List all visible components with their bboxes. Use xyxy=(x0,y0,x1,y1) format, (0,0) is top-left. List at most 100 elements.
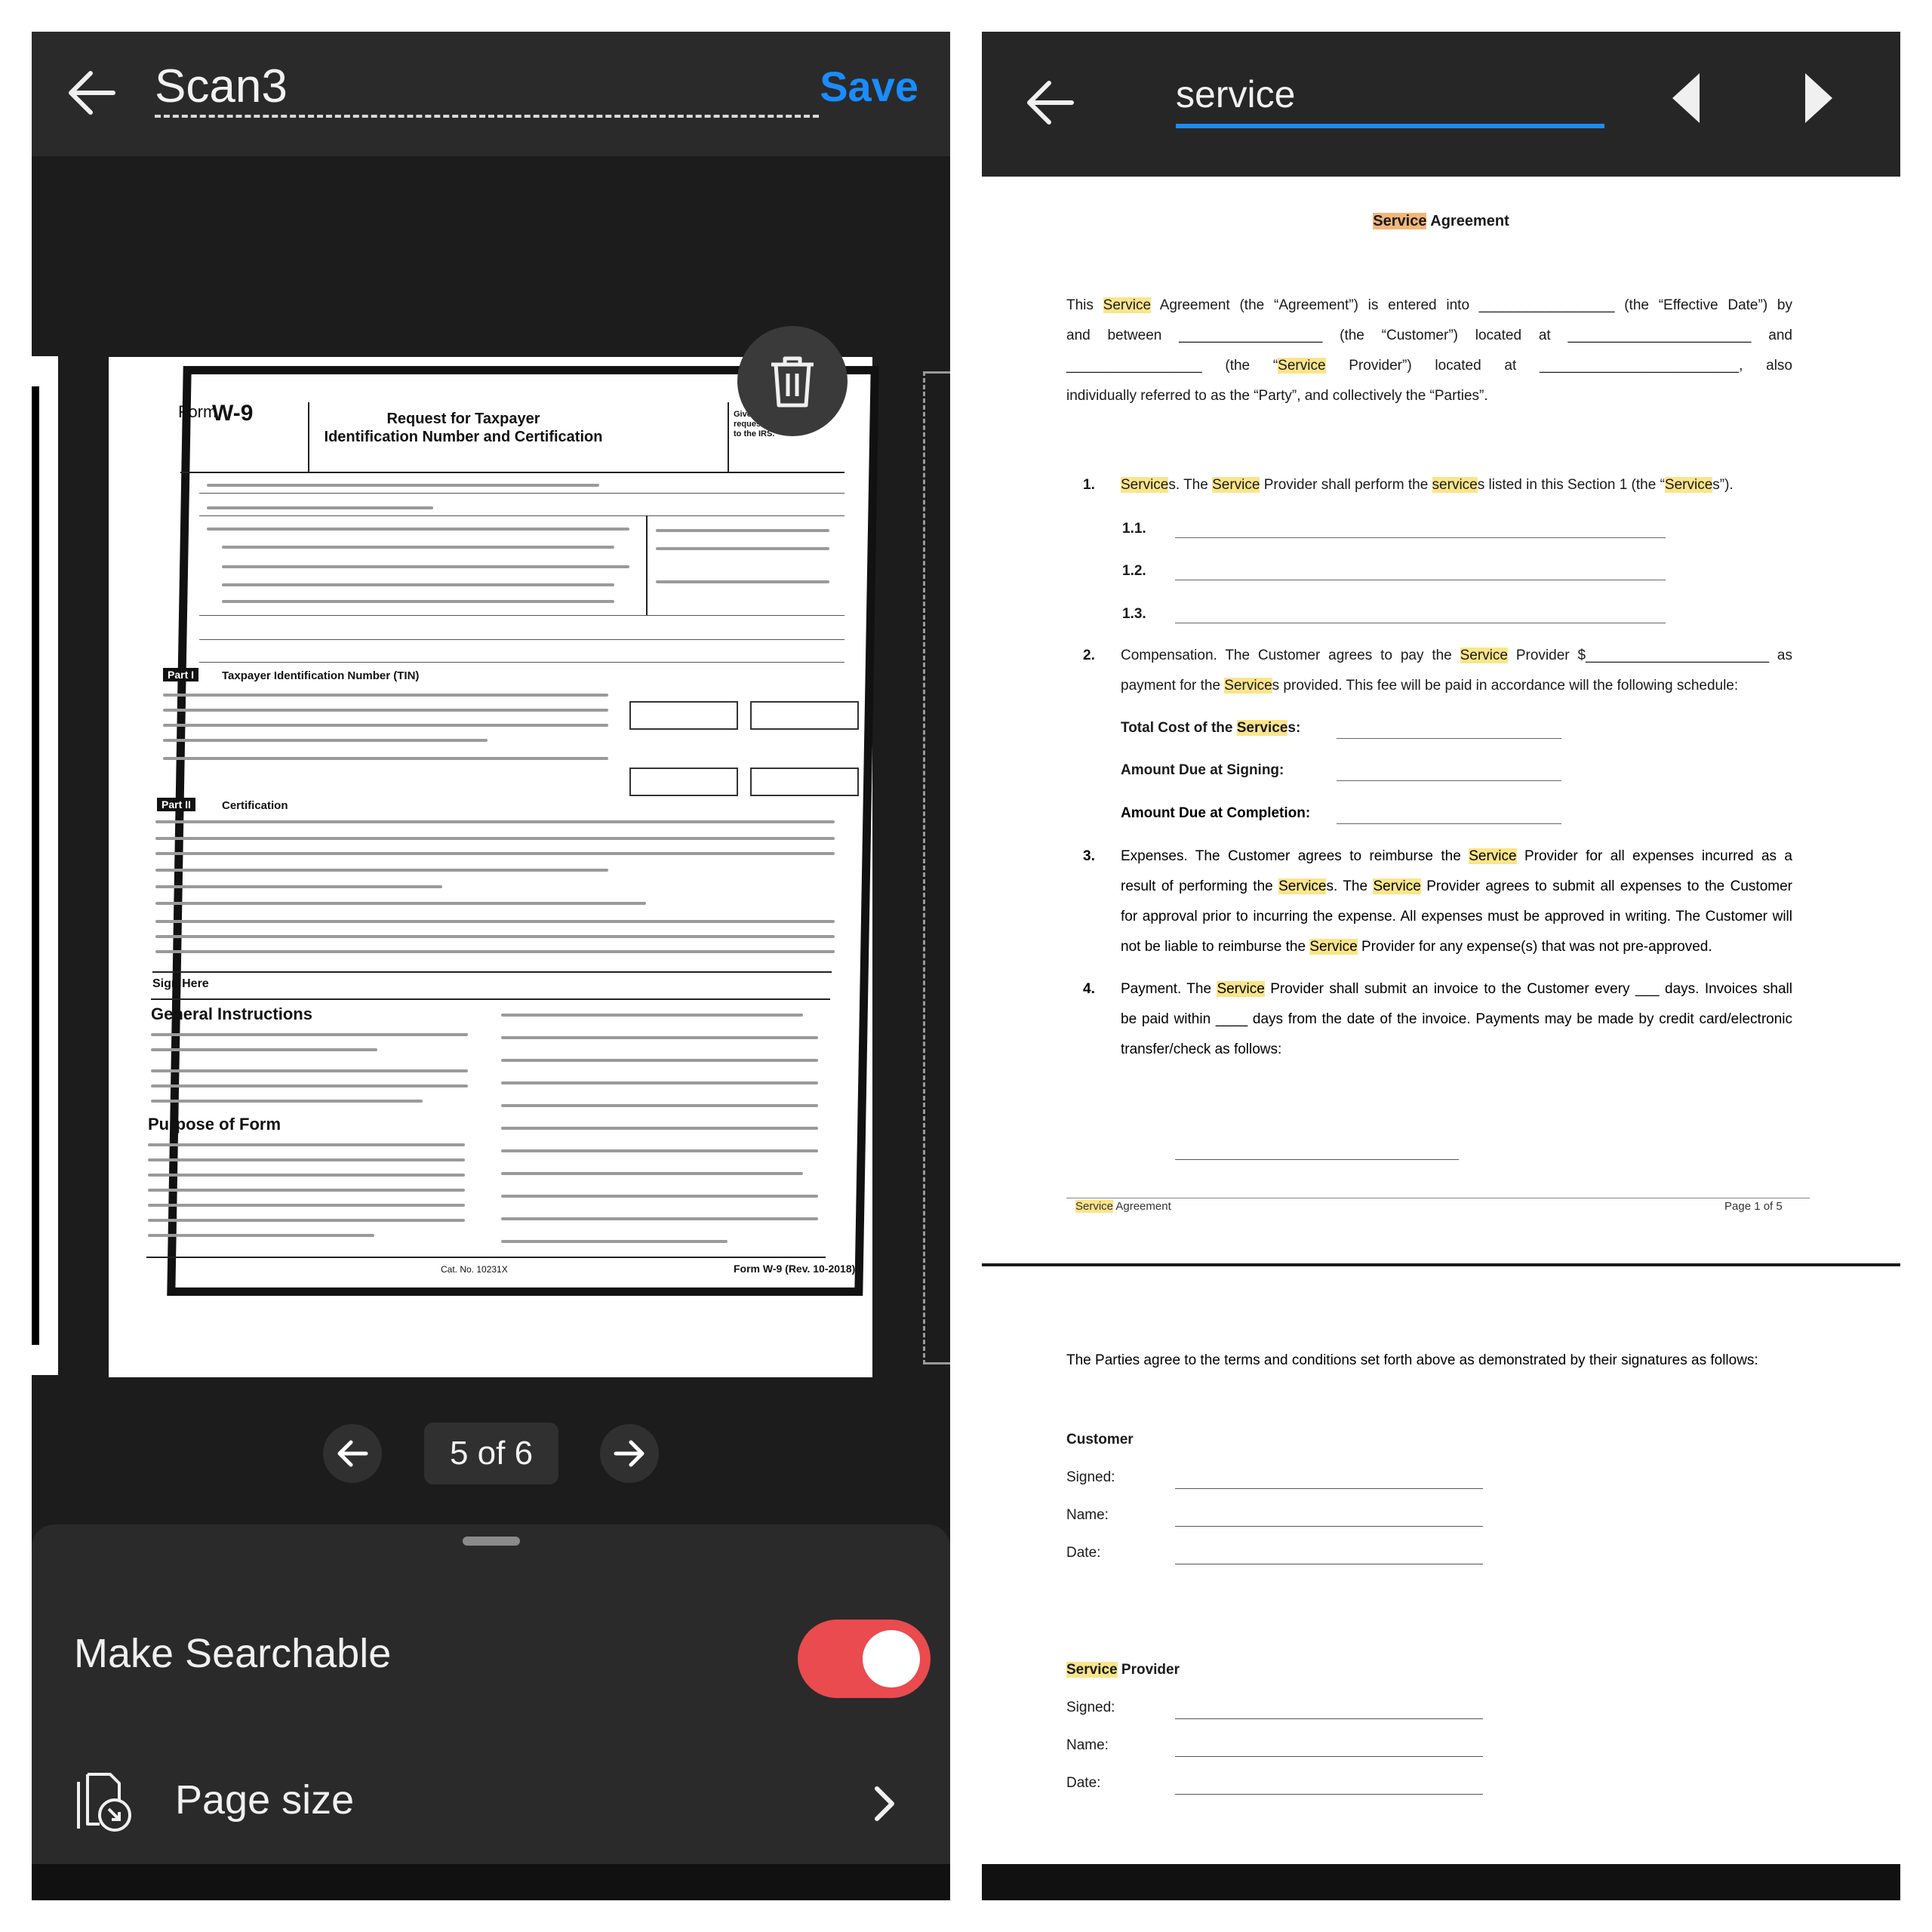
search-input[interactable]: service xyxy=(1176,72,1295,116)
w9-cat-number: Cat. No. 10231X xyxy=(441,1264,508,1275)
fine-text xyxy=(155,837,835,840)
page-indicator: 5 of 6 xyxy=(424,1423,558,1484)
bottom-sheet: Make Searchable Page size xyxy=(32,1524,950,1900)
fine-text xyxy=(151,1033,468,1036)
make-searchable-toggle[interactable] xyxy=(798,1620,931,1698)
save-button[interactable]: Save xyxy=(820,62,918,111)
w9-form-label: Form xyxy=(178,402,217,421)
fine-text xyxy=(163,724,608,727)
blank-line xyxy=(1337,780,1561,781)
search-hit: Service xyxy=(1278,358,1326,374)
fine-text xyxy=(501,1081,818,1084)
scanned-page[interactable]: Form W-9 Request for Taxpayer Identifica… xyxy=(109,357,879,1377)
form-rule xyxy=(152,971,832,973)
next-page-button[interactable] xyxy=(600,1424,659,1483)
fine-text xyxy=(501,1059,818,1062)
form-rule xyxy=(728,402,729,472)
w9-form-number: W-9 xyxy=(212,401,254,426)
search-hit: Service xyxy=(1373,878,1421,894)
back-arrow-icon[interactable] xyxy=(65,66,119,120)
fine-text xyxy=(656,529,829,532)
section-expenses-line: result of performing the Services. The S… xyxy=(1121,878,1792,894)
section-expenses-line: Expenses. The Customer agrees to reimbur… xyxy=(1121,848,1793,864)
general-instructions-heading: General Instructions xyxy=(151,1004,312,1023)
signature-line xyxy=(1175,1718,1483,1719)
previous-page-preview[interactable] xyxy=(32,356,58,1375)
ein-boxes xyxy=(750,768,859,796)
search-hit: Service xyxy=(1075,1200,1114,1213)
search-hit: Service xyxy=(1664,477,1713,493)
fine-text xyxy=(148,1158,465,1161)
fine-text xyxy=(501,1172,803,1175)
blank-line xyxy=(1175,537,1666,538)
signature-line xyxy=(1175,1756,1483,1757)
date-label: Date: xyxy=(1066,1775,1101,1791)
form-rule xyxy=(646,515,648,615)
signature-line xyxy=(1175,1794,1483,1795)
fine-text xyxy=(222,565,629,568)
part1-label: Part I xyxy=(163,668,199,681)
signature-line xyxy=(1175,1488,1483,1489)
section-services: Services. The Service Provider shall per… xyxy=(1121,477,1734,493)
previous-page-button[interactable] xyxy=(323,1424,382,1483)
fine-text xyxy=(155,869,608,872)
fine-text xyxy=(155,820,835,823)
intro-line: This Service Agreement (the “Agreement”)… xyxy=(1066,297,1792,313)
search-hit: Service xyxy=(1309,939,1358,955)
signed-label: Signed: xyxy=(1066,1469,1115,1485)
next-page-preview[interactable] xyxy=(923,371,950,1364)
previous-result-icon[interactable] xyxy=(1669,72,1703,128)
form-rule xyxy=(199,639,844,640)
form-rule xyxy=(199,515,844,516)
search-document-panel: service Service Agreement This Service A… xyxy=(982,32,1900,1900)
fine-text xyxy=(656,580,829,583)
w9-title: Request for Taxpayer Identification Numb… xyxy=(305,410,622,446)
section-number: 3. xyxy=(1083,848,1095,864)
fine-text xyxy=(151,1069,468,1072)
blank-line xyxy=(1175,1159,1459,1160)
next-result-icon[interactable] xyxy=(1802,72,1835,128)
page-title-rest: Agreement xyxy=(1426,213,1509,229)
fine-text xyxy=(501,1149,818,1152)
navigation-bar xyxy=(982,1864,1900,1900)
form-rule xyxy=(199,493,844,494)
search-hit: Service xyxy=(1103,297,1152,313)
back-arrow-icon[interactable] xyxy=(1023,75,1078,134)
page-carousel[interactable]: Form W-9 Request for Taxpayer Identifica… xyxy=(32,156,950,1560)
document-title-input[interactable]: Scan3 xyxy=(155,60,288,113)
fine-text xyxy=(163,757,608,760)
editor-toolbar: Scan3 Save xyxy=(32,32,950,156)
section-payment-line: Payment. The Service Provider shall subm… xyxy=(1121,981,1792,997)
sheet-drag-handle[interactable] xyxy=(463,1537,520,1546)
fine-text xyxy=(148,1174,465,1177)
form-rule xyxy=(146,1257,826,1258)
part1-title: Taxpayer Identification Number (TIN) xyxy=(222,669,420,682)
purpose-of-form-heading: Purpose of Form xyxy=(148,1115,281,1134)
fine-text xyxy=(207,484,599,487)
navigation-bar xyxy=(32,1864,950,1900)
fine-text xyxy=(501,1127,818,1130)
ssn-boxes xyxy=(750,701,859,730)
fine-text xyxy=(222,600,614,603)
section-number: 4. xyxy=(1083,981,1095,997)
make-searchable-label: Make Searchable xyxy=(74,1631,392,1676)
delete-page-button[interactable] xyxy=(737,326,848,436)
section-expenses-line: for approval prior to incurring the expe… xyxy=(1121,909,1792,924)
fine-text xyxy=(151,1084,468,1088)
fine-text xyxy=(148,1204,465,1207)
fine-text xyxy=(222,546,614,549)
ein-boxes xyxy=(629,768,738,796)
signed-label: Signed: xyxy=(1066,1700,1115,1715)
search-toolbar: service xyxy=(982,32,1900,177)
fine-text xyxy=(501,1014,803,1017)
search-hit: service xyxy=(1432,477,1478,493)
total-cost-label: Total Cost of the Services: xyxy=(1121,720,1301,736)
fine-text xyxy=(148,1143,465,1146)
search-input-underline xyxy=(1176,124,1604,128)
w9-title-line2: Identification Number and Certification xyxy=(324,429,603,445)
fine-text xyxy=(155,950,835,953)
intro-line: and between __________________ (the “Cus… xyxy=(1066,328,1792,343)
chevron-right-icon[interactable] xyxy=(869,1781,900,1830)
form-rule xyxy=(308,402,309,472)
page-size-label[interactable]: Page size xyxy=(175,1777,354,1823)
